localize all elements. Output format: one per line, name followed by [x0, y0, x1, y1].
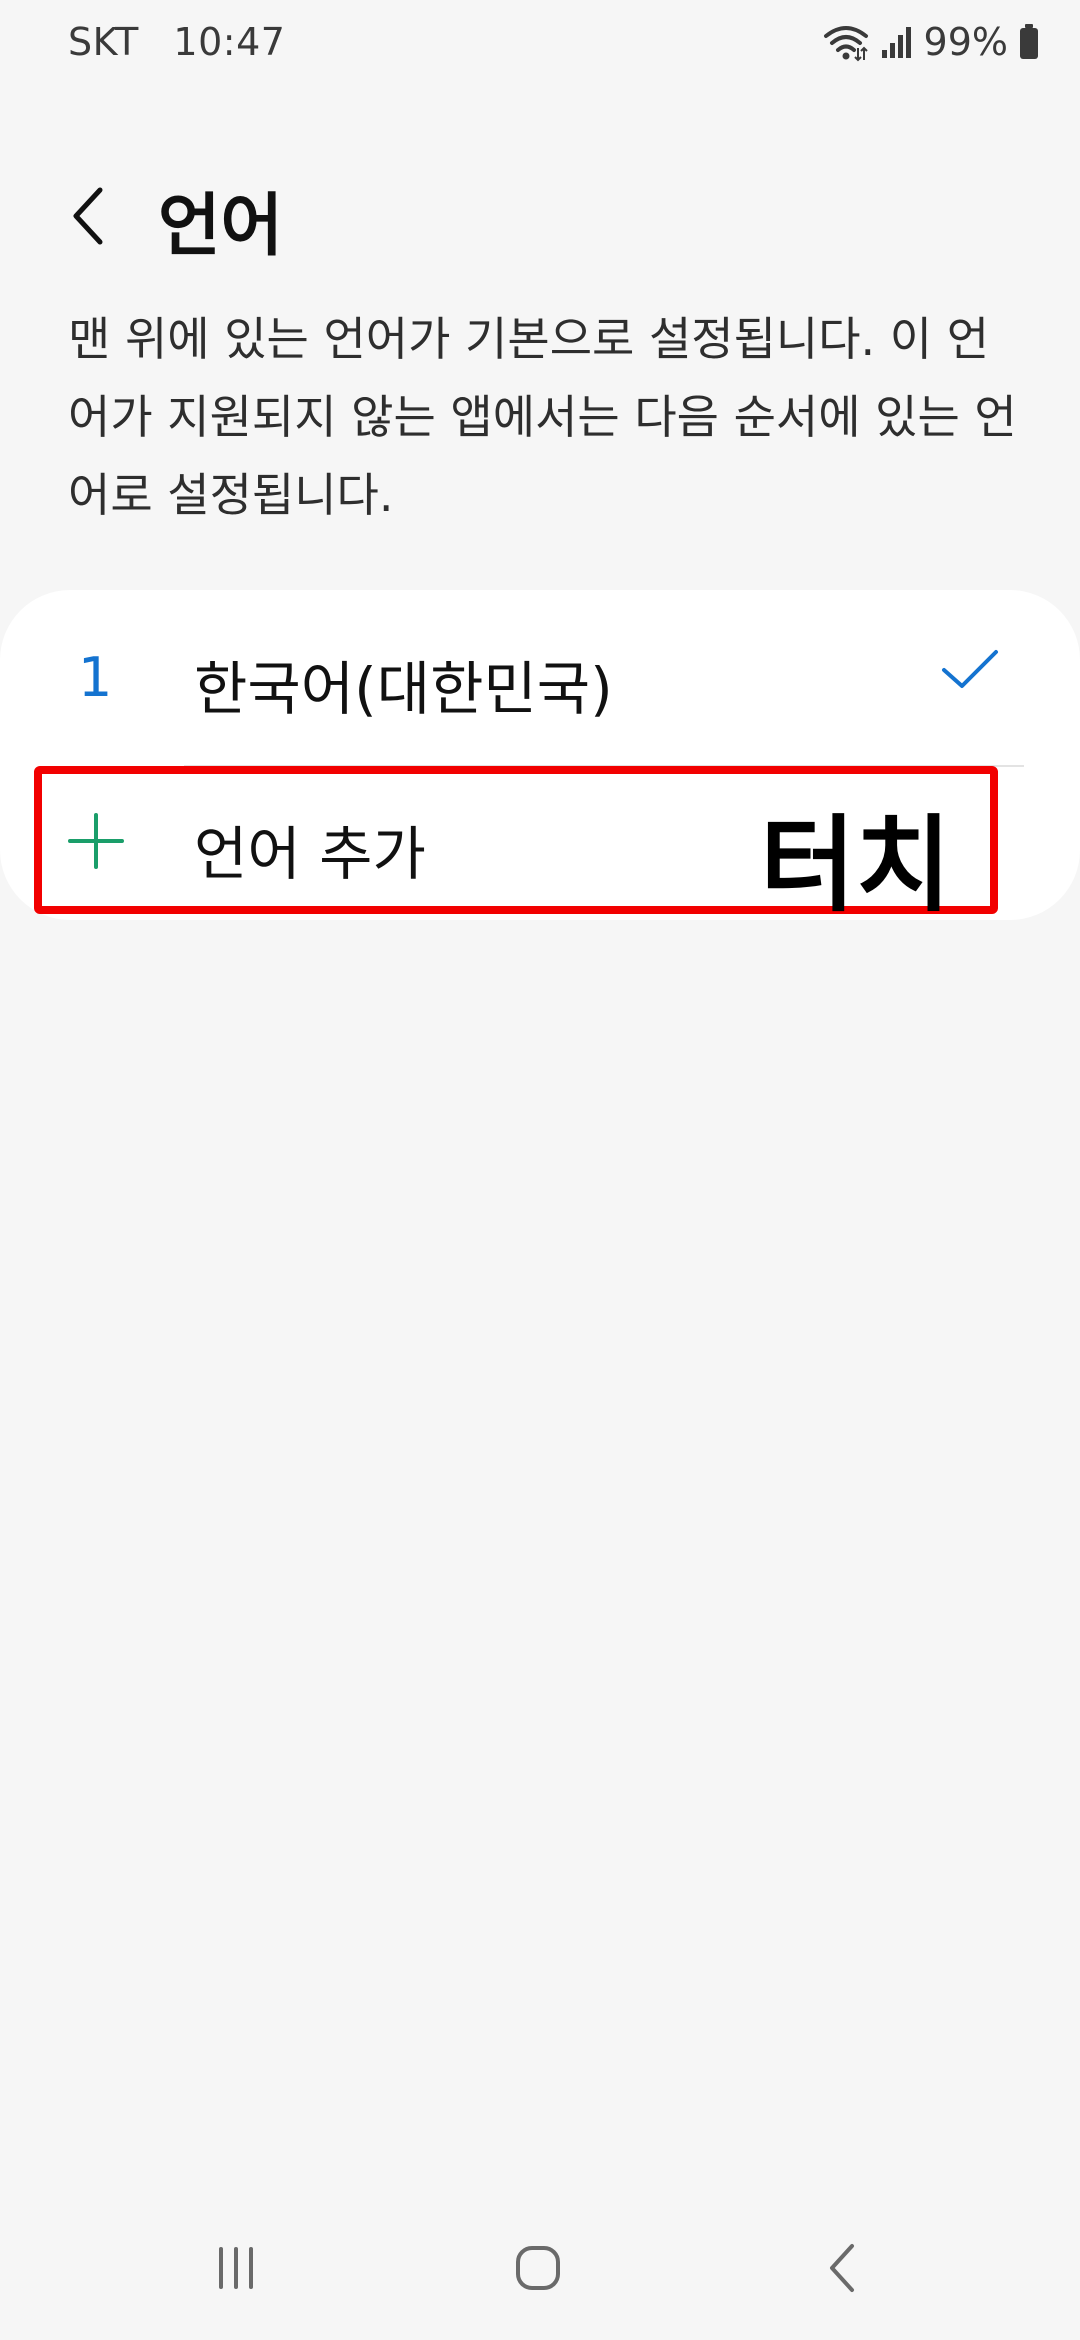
language-name: 한국어(대한민국) [194, 655, 613, 723]
battery-icon [1018, 23, 1040, 61]
touch-annotation-label: 터치 [760, 804, 952, 926]
recent-apps-button[interactable] [196, 2230, 276, 2310]
battery-level: 99% [923, 20, 1008, 64]
system-back-button[interactable] [802, 2230, 882, 2310]
language-description: 맨 위에 있는 언어가 기본으로 설정됩니다. 이 언어가 지원되지 않는 앱에… [68, 312, 1017, 522]
status-bar: SKT 10:47 99% [0, 0, 1080, 90]
status-left: SKT 10:47 [68, 20, 307, 64]
language-settings-screen: SKT 10:47 99% 언어 맨 위에 있는 언어가 기본으로 설정됩니다.… [0, 0, 1080, 2340]
back-button[interactable] [58, 178, 118, 258]
recent-apps-icon [211, 2243, 261, 2297]
signal-icon [880, 24, 914, 60]
home-icon [513, 2243, 563, 2297]
header: 언어 [0, 160, 1080, 270]
back-icon [822, 2240, 862, 2300]
language-item-korean[interactable]: 1 한국어(대한민국) [0, 590, 1080, 765]
clock: 10:47 [173, 20, 286, 64]
home-button[interactable] [498, 2230, 578, 2310]
language-priority-number: 1 [78, 646, 113, 709]
back-arrow-icon [68, 184, 108, 252]
checkmark-icon [940, 648, 1000, 696]
status-right: 99% [822, 20, 1040, 64]
navigation-bar [0, 2220, 1080, 2320]
page-title: 언어 [158, 187, 284, 266]
wifi-icon [822, 22, 870, 62]
carrier-label: SKT [68, 20, 139, 64]
